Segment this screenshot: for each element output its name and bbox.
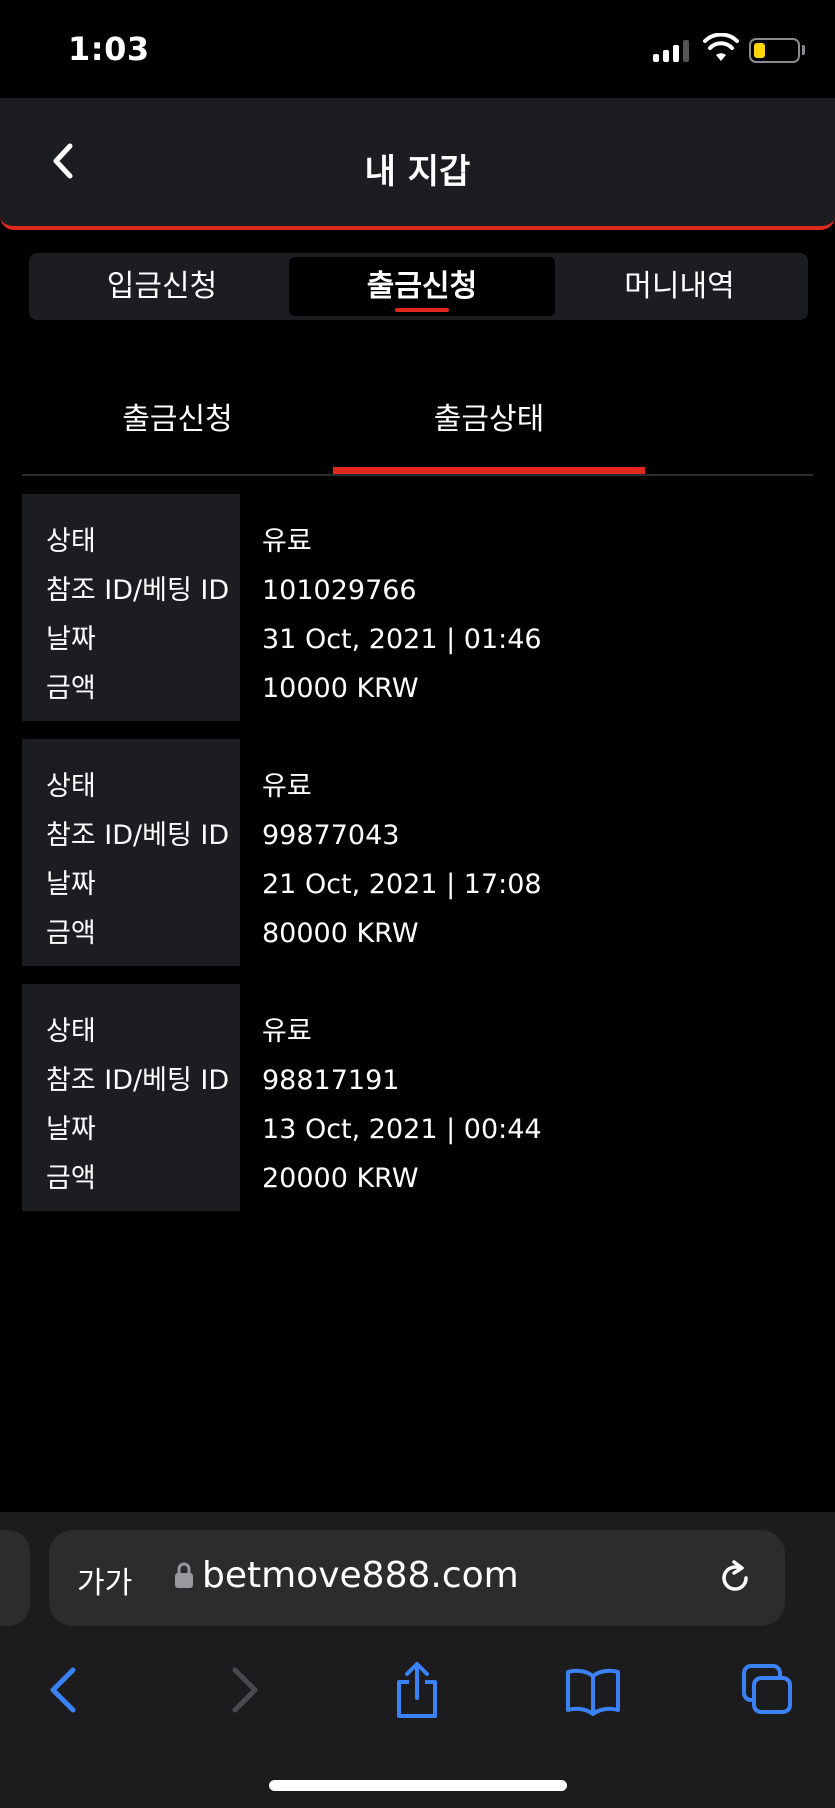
subtab-withdraw-status[interactable]: 출금상태 — [333, 394, 645, 438]
amount-value: 20000 KRW — [262, 1163, 419, 1194]
app-header: 내 지갑 — [0, 98, 835, 230]
withdraw-records: 상태 유료 참조 ID/베팅 ID 101029766 날짜 31 Oct, 2… — [22, 494, 813, 1229]
ref-id-label: 참조 ID/베팅 ID — [46, 820, 230, 851]
page-title: 내 지갑 — [364, 152, 471, 192]
url-text[interactable]: betmove888.com — [202, 1555, 519, 1596]
record-card: 상태 유료 참조 ID/베팅 ID 99877043 날짜 21 Oct, 20… — [22, 739, 813, 966]
amount-label: 금액 — [46, 1163, 96, 1194]
status-time: 1:03 — [68, 30, 150, 68]
date-label: 날짜 — [46, 869, 96, 900]
wifi-icon — [703, 33, 739, 61]
status-value: 유료 — [262, 771, 312, 802]
tab-label: 출금신청 — [366, 269, 478, 304]
status-label: 상태 — [46, 1016, 96, 1047]
browser-forward-icon[interactable] — [213, 1660, 273, 1720]
ref-id-value: 98817191 — [262, 1065, 400, 1096]
date-value: 21 Oct, 2021 | 17:08 — [262, 869, 542, 900]
battery-icon — [749, 38, 800, 63]
signal-icon — [653, 38, 691, 62]
reload-icon[interactable] — [715, 1558, 755, 1598]
amount-label: 금액 — [46, 673, 96, 704]
address-bar[interactable]: 가가 betmove888.com — [49, 1530, 785, 1626]
active-tab-indicator — [395, 308, 449, 312]
withdraw-sub-tabs: 출금신청 출금상태 — [22, 380, 813, 476]
tab-label: 머니내역 — [624, 269, 735, 304]
amount-label: 금액 — [46, 918, 96, 949]
share-icon[interactable] — [387, 1660, 447, 1720]
lock-icon — [175, 1562, 193, 1588]
text-size-button[interactable]: 가가 — [77, 1558, 132, 1602]
status-bar: 1:03 — [0, 0, 835, 98]
status-value: 유료 — [262, 1016, 312, 1047]
tab-money-history[interactable]: 머니내역 — [555, 257, 804, 316]
record-card: 상태 유료 참조 ID/베팅 ID 98817191 날짜 13 Oct, 20… — [22, 984, 813, 1211]
tab-label: 입금신청 — [106, 269, 218, 304]
amount-value: 10000 KRW — [262, 673, 419, 704]
status-label: 상태 — [46, 526, 96, 557]
status-label: 상태 — [46, 771, 96, 802]
date-value: 13 Oct, 2021 | 00:44 — [262, 1114, 542, 1145]
date-value: 31 Oct, 2021 | 01:46 — [262, 624, 542, 655]
tab-deposit-request[interactable]: 입금신청 — [33, 257, 291, 316]
date-label: 날짜 — [46, 1114, 96, 1145]
date-label: 날짜 — [46, 624, 96, 655]
tab-withdraw-request[interactable]: 출금신청 — [289, 257, 555, 316]
home-indicator — [269, 1780, 567, 1791]
ref-id-value: 99877043 — [262, 820, 400, 851]
tabs-icon[interactable] — [738, 1660, 798, 1720]
bookmarks-icon[interactable] — [563, 1660, 623, 1720]
ref-id-value: 101029766 — [262, 575, 417, 606]
subtab-withdraw-request[interactable]: 출금신청 — [22, 394, 333, 438]
browser-toolbar: 가가 betmove888.com — [0, 1512, 835, 1808]
amount-value: 80000 KRW — [262, 918, 419, 949]
browser-back-icon[interactable] — [35, 1660, 95, 1720]
status-value: 유료 — [262, 526, 312, 557]
ref-id-label: 참조 ID/베팅 ID — [46, 1065, 230, 1096]
previous-tab-peek[interactable] — [0, 1530, 30, 1626]
ref-id-label: 참조 ID/베팅 ID — [46, 575, 230, 606]
wallet-tabs: 입금신청 출금신청 머니내역 — [29, 253, 808, 320]
active-subtab-indicator — [333, 467, 645, 474]
record-card: 상태 유료 참조 ID/베팅 ID 101029766 날짜 31 Oct, 2… — [22, 494, 813, 721]
